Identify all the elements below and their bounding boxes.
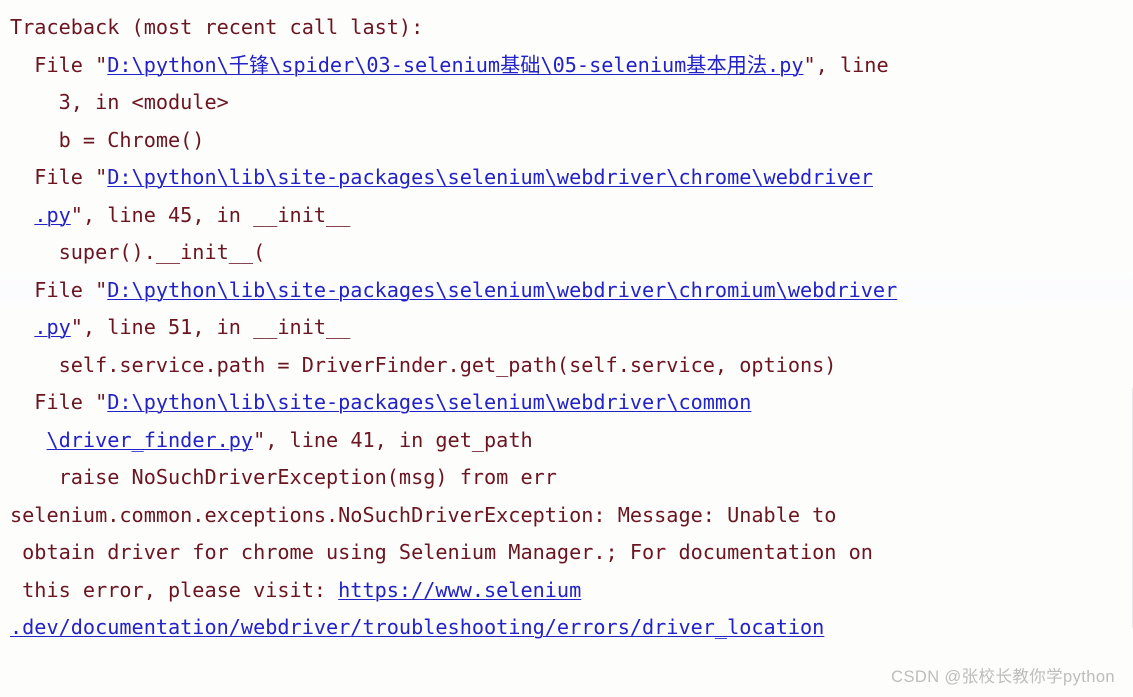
traceback-line: this error, please visit: https://www.se… xyxy=(0,572,1133,610)
traceback-line: self.service.path = DriverFinder.get_pat… xyxy=(0,347,1133,385)
traceback-line: super().__init__( xyxy=(0,234,1133,272)
traceback-line: .dev/documentation/webdriver/troubleshoo… xyxy=(0,609,1133,647)
traceback-text: ", line xyxy=(803,52,889,77)
traceback-line: b = Chrome() xyxy=(0,122,1133,160)
traceback-path-link[interactable]: D:\python\lib\site-packages\selenium\web… xyxy=(107,390,751,414)
traceback-line: \driver_finder.py", line 41, in get_path xyxy=(0,422,1133,460)
traceback-text xyxy=(10,428,46,452)
traceback-line: File "D:\python\lib\site-packages\seleni… xyxy=(0,271,1133,309)
traceback-line: File "D:\python\千锋\spider\03-selenium基础\… xyxy=(0,47,1133,85)
csdn-watermark: CSDN @张校长教你学python xyxy=(891,668,1115,686)
traceback-text: ", line 41, in get_path xyxy=(253,427,533,452)
traceback-text xyxy=(10,315,34,339)
traceback-text: File " xyxy=(10,390,108,414)
traceback-text: ", line 45, in __init__ xyxy=(70,202,351,227)
traceback-line: Traceback (most recent call last): xyxy=(0,9,1133,47)
traceback-text: b = Chrome() xyxy=(10,127,205,152)
traceback-path-link[interactable]: .dev/documentation/webdriver/troubleshoo… xyxy=(10,615,824,639)
traceback-path-link[interactable]: D:\python\lib\site-packages\selenium\web… xyxy=(107,278,897,302)
traceback-text xyxy=(10,203,34,227)
traceback-text: super().__init__( xyxy=(10,240,266,264)
traceback-path-link[interactable]: .py xyxy=(34,315,70,339)
traceback-line: File "D:\python\lib\site-packages\seleni… xyxy=(0,159,1133,197)
traceback-text: File " xyxy=(10,165,108,189)
traceback-path-link[interactable]: \driver_finder.py xyxy=(46,428,253,452)
traceback-line: .py", line 45, in __init__ xyxy=(0,197,1133,235)
traceback-text: File " xyxy=(10,52,108,77)
traceback-text: selenium.common.exceptions.NoSuchDriverE… xyxy=(10,502,837,527)
traceback-text: this error, please visit: xyxy=(10,577,339,602)
traceback-text: raise NoSuchDriverException(msg) from er… xyxy=(10,465,557,489)
traceback-line: .py", line 51, in __init__ xyxy=(0,309,1133,347)
traceback-path-link[interactable]: D:\python\lib\site-packages\selenium\web… xyxy=(107,165,873,189)
traceback-line: 3, in <module> xyxy=(0,84,1133,122)
traceback-text: self.service.path = DriverFinder.get_pat… xyxy=(10,352,837,377)
traceback-line: raise NoSuchDriverException(msg) from er… xyxy=(0,459,1133,497)
traceback-path-link[interactable]: D:\python\千锋\spider\03-selenium基础\05-sel… xyxy=(107,53,803,77)
traceback-path-link[interactable]: https://www.selenium xyxy=(338,578,581,602)
traceback-text: File " xyxy=(10,277,108,302)
traceback-text: 3, in <module> xyxy=(10,90,229,114)
traceback-line: selenium.common.exceptions.NoSuchDriverE… xyxy=(0,497,1133,535)
traceback-line: File "D:\python\lib\site-packages\seleni… xyxy=(0,384,1133,422)
traceback-text: ", line 51, in __init__ xyxy=(70,315,351,339)
traceback-path-link[interactable]: .py xyxy=(34,203,70,227)
traceback-text: Traceback (most recent call last): xyxy=(10,15,424,39)
traceback-text: obtain driver for chrome using Selenium … xyxy=(10,540,873,564)
traceback-console[interactable]: Traceback (most recent call last): File … xyxy=(0,0,1133,697)
traceback-line: obtain driver for chrome using Selenium … xyxy=(0,534,1133,572)
